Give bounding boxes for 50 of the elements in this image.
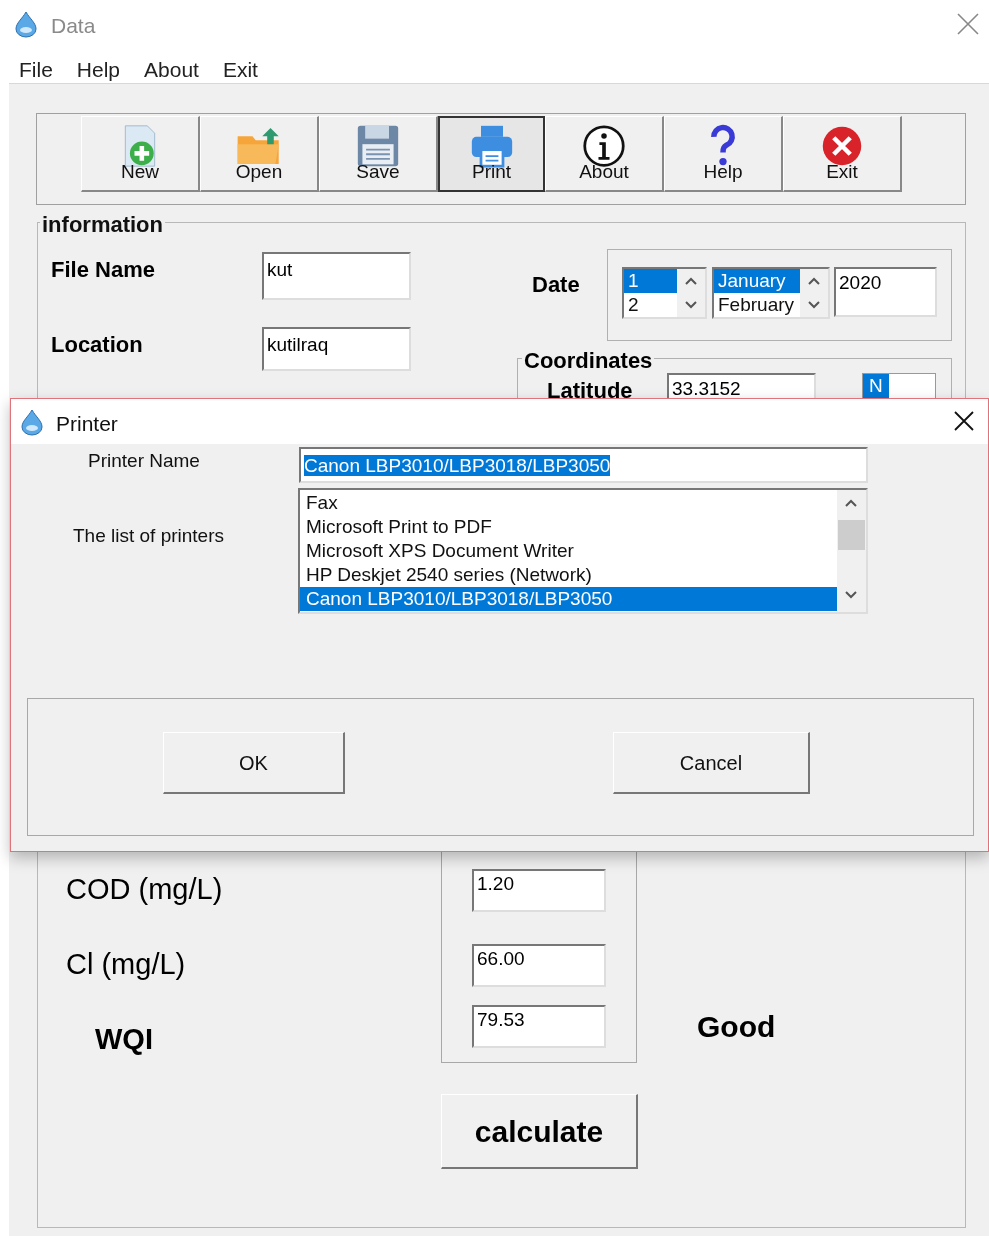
dialog-title: Printer	[56, 411, 118, 437]
scrollbar[interactable]	[837, 490, 866, 612]
toolbar-button[interactable]: Exit	[783, 116, 902, 192]
menu-item[interactable]: Help	[65, 53, 132, 87]
input-field[interactable]: 2020	[834, 267, 937, 317]
list-item[interactable]: 1	[624, 269, 677, 293]
calculate-button[interactable]: calculate	[441, 1094, 638, 1169]
spin-list[interactable]: January February	[712, 267, 830, 319]
field-label: Location	[51, 331, 143, 359]
field-label: Latitude	[547, 377, 633, 405]
scroll-thumb[interactable]	[838, 520, 865, 550]
field-label: COD (mg/L)	[66, 872, 223, 907]
input-field[interactable]: kut	[262, 252, 411, 300]
dialog-button[interactable]: OK	[163, 732, 345, 794]
toolbar-button[interactable]: About	[545, 116, 664, 192]
input-field[interactable]: 79.53	[472, 1005, 606, 1048]
window-title: Data	[51, 13, 96, 39]
list-item[interactable]: Fax	[300, 491, 837, 515]
list-item[interactable]: Microsoft XPS Document Writer	[300, 539, 837, 563]
close-icon[interactable]	[953, 410, 975, 432]
dialog-button[interactable]: Cancel	[613, 732, 810, 794]
field-label: Cl (mg/L)	[66, 947, 186, 982]
quality-label: Good	[697, 1009, 776, 1045]
app-icon	[12, 10, 40, 38]
field-label: Printer Name	[88, 449, 200, 473]
field-label: The list of printers	[73, 524, 224, 548]
spin-list[interactable]: 1 2	[622, 267, 707, 319]
menu-item[interactable]: File	[8, 53, 64, 87]
printer-list[interactable]: Fax Microsoft Print to PDF Microsoft XPS Document Writer HP Deskjet 2540 series (Network) Canon LBP3010/LBP3018/LBP3050	[298, 488, 868, 614]
toolbar-button[interactable]: Help	[664, 116, 783, 192]
input-field[interactable]: kutilraq	[262, 327, 411, 371]
field-label: Date	[532, 271, 580, 299]
input-field[interactable]: 66.00	[472, 944, 606, 987]
input-field[interactable]: Canon LBP3010/LBP3018/LBP3050	[299, 447, 868, 483]
toolbar-button[interactable]: Open	[200, 116, 319, 192]
list-item[interactable]: Microsoft Print to PDF	[300, 515, 837, 539]
toolbar-button[interactable]: Print	[438, 116, 545, 192]
toolbar-button[interactable]: Save	[319, 116, 438, 192]
field-label: File Name	[51, 256, 155, 284]
app-icon	[18, 408, 46, 436]
menu-item[interactable]: Exit	[211, 53, 269, 87]
field-label: WQI	[95, 1022, 153, 1057]
list-item[interactable]: February	[714, 293, 800, 317]
toolbar-button[interactable]: New	[81, 116, 200, 192]
list-item[interactable]: Canon LBP3010/LBP3018/LBP3050	[300, 587, 837, 611]
menu-item[interactable]: About	[133, 53, 210, 87]
input-field[interactable]: 1.20	[472, 869, 606, 912]
list-item[interactable]: 2	[624, 293, 677, 317]
list-item[interactable]: January	[714, 269, 800, 293]
list-item[interactable]: HP Deskjet 2540 series (Network)	[300, 563, 837, 587]
